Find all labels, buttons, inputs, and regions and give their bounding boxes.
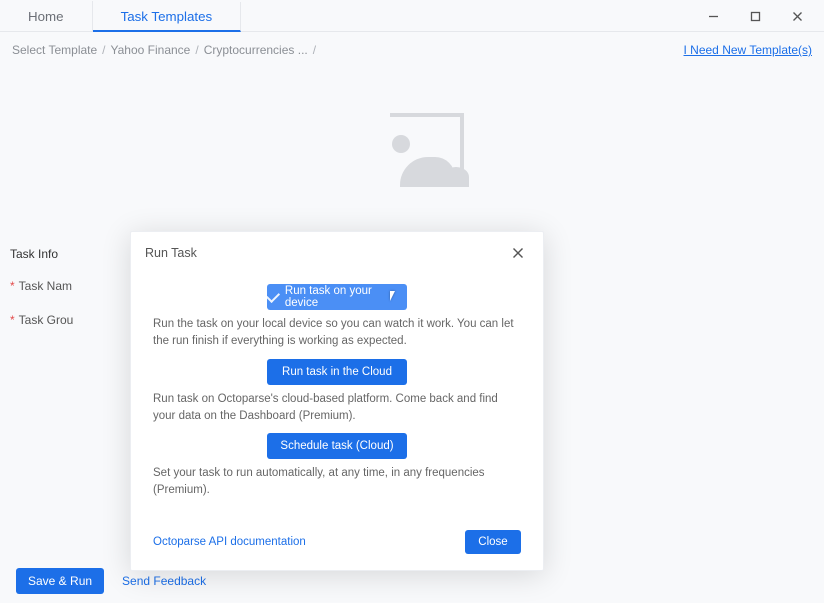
send-feedback-link[interactable]: Send Feedback — [122, 574, 206, 588]
breadcrumb-select-template[interactable]: Select Template — [12, 43, 97, 57]
schedule-description: Set your task to run automatically, at a… — [153, 465, 521, 500]
breadcrumb-cryptocurrencies[interactable]: Cryptocurrencies ... — [204, 43, 308, 57]
modal-close-icon[interactable] — [507, 242, 529, 264]
template-image-placeholder — [352, 107, 472, 197]
save-and-run-button[interactable]: Save & Run — [16, 568, 104, 594]
modal-close-button[interactable]: Close — [465, 530, 521, 554]
run-cloud-description: Run task on Octoparse's cloud-based plat… — [153, 391, 521, 426]
api-documentation-link[interactable]: Octoparse API documentation — [153, 536, 306, 548]
run-task-on-device-button[interactable]: Run task on your device — [267, 284, 407, 310]
required-asterisk: * — [10, 313, 15, 327]
required-asterisk: * — [10, 279, 15, 293]
breadcrumb-yahoo-finance[interactable]: Yahoo Finance — [111, 43, 191, 57]
tab-task-templates[interactable]: Task Templates — [93, 2, 242, 32]
maximize-button[interactable] — [734, 2, 776, 30]
tab-home[interactable]: Home — [0, 1, 93, 31]
task-name-label: Task Nam — [19, 279, 72, 293]
task-group-label: Task Grou — [19, 313, 74, 327]
schedule-task-cloud-button[interactable]: Schedule task (Cloud) — [267, 433, 407, 459]
breadcrumb-separator: / — [102, 43, 105, 57]
run-device-description: Run the task on your local device so you… — [153, 316, 521, 351]
close-window-button[interactable] — [776, 2, 818, 30]
window-controls — [692, 1, 824, 31]
breadcrumb-separator: / — [313, 43, 316, 57]
breadcrumb-separator: / — [195, 43, 198, 57]
run-task-cloud-button[interactable]: Run task in the Cloud — [267, 359, 407, 385]
minimize-button[interactable] — [692, 2, 734, 30]
need-new-templates-link[interactable]: I Need New Template(s) — [684, 43, 813, 57]
cursor-icon — [390, 291, 399, 304]
run-task-modal: Run Task Run task on your device Run the… — [130, 231, 544, 571]
breadcrumb: Select Template / Yahoo Finance / Crypto… — [0, 33, 824, 67]
modal-title: Run Task — [145, 246, 197, 260]
main-tabs: Home Task Templates — [0, 0, 824, 32]
